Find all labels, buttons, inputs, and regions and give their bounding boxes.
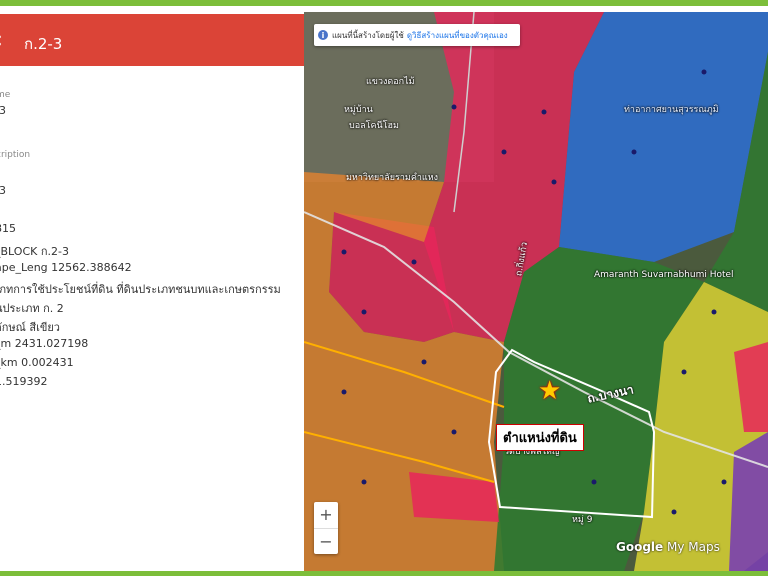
field-value-shape-length: ape_Leng 12562.388642 bbox=[0, 261, 132, 274]
place-label: แขวงดอกไม้ bbox=[366, 77, 415, 87]
notice-text: แผนที่นี้สร้างโดยผู้ใช้ bbox=[332, 30, 404, 40]
map-notice-banner: i แผนที่นี้สร้างโดยผู้ใช้ ดูวิธีสร้างแผน… bbox=[314, 24, 520, 46]
field-label-name: me bbox=[0, 90, 11, 100]
panel-header: ‹ ก.2-3 bbox=[0, 14, 304, 66]
field-value-category: นประเภท ก. 2 bbox=[0, 302, 64, 315]
zoom-out-button[interactable]: − bbox=[314, 529, 338, 555]
bottom-border bbox=[0, 571, 768, 576]
field-value-block: _BLOCK ก.2-3 bbox=[0, 245, 69, 258]
place-label: หมู่บ้าน bbox=[344, 105, 373, 115]
field-value-id: 815 bbox=[0, 222, 16, 235]
field-value-area-km: _km 0.002431 bbox=[0, 356, 74, 369]
google-mymaps-logo: Google My Maps bbox=[616, 540, 720, 554]
field-label-description: cription bbox=[0, 150, 31, 160]
place-label: มหาวิทยาลัยรามคำแหง bbox=[346, 173, 439, 183]
map-view[interactable]: แขวงดอกไม้ หมู่บ้าน บอลโคนีโฮม มหาวิทยาล… bbox=[304, 12, 768, 571]
field-value-rai: 1.519392 bbox=[0, 375, 48, 388]
zoom-in-button[interactable]: + bbox=[314, 502, 338, 528]
info-icon: i bbox=[318, 30, 328, 40]
place-label: Amaranth Suvarnabhumi Hotel bbox=[594, 270, 734, 280]
field-value-color: ลักษณ์ สีเขียว bbox=[0, 321, 60, 334]
place-label: ท่าอากาศยานสุวรรณภูมิ bbox=[624, 105, 719, 115]
field-value-area-m: _m 2431.027198 bbox=[0, 337, 89, 350]
notice-link[interactable]: ดูวิธีสร้างแผนที่ของตัวคุณเอง bbox=[407, 29, 508, 42]
land-position-label: ตำแหน่งที่ดิน bbox=[496, 424, 584, 451]
field-value-landuse: เภทการใช้ประโยชน์ที่ดิน ที่ดินประเภทชนบท… bbox=[0, 283, 281, 296]
zoning-overlay bbox=[304, 12, 768, 571]
field-value-description: -3 bbox=[0, 184, 6, 197]
place-label: หมู่ 9 bbox=[572, 515, 593, 525]
feature-details-panel: ‹ ก.2-3 me -3 cription -3 815 _BLOCK ก.2… bbox=[0, 6, 304, 571]
star-icon: ★ bbox=[538, 376, 562, 406]
zoom-control: + − bbox=[314, 502, 338, 554]
zone-purple bbox=[729, 432, 768, 571]
panel-title: ก.2-3 bbox=[24, 35, 63, 53]
place-label: บอลโคนีโฮม bbox=[349, 121, 399, 131]
field-value-name: -3 bbox=[0, 104, 6, 117]
back-arrow-icon[interactable]: ‹ bbox=[0, 28, 3, 53]
